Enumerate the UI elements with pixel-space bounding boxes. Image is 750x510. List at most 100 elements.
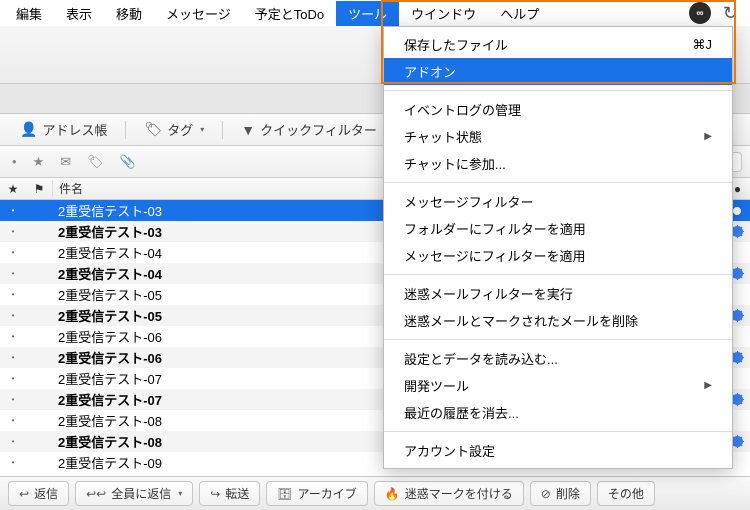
junk-button[interactable]: 🔥 迷惑マークを付ける — [374, 481, 524, 506]
menu-item-label: メッセージにフィルターを適用 — [404, 246, 585, 265]
menu-item-label: 設定とデータを読み込む... — [404, 349, 558, 368]
menu-item-最近の履歴を消去...[interactable]: 最近の履歴を消去... — [384, 399, 732, 426]
reply-icon: ↩ — [19, 487, 29, 501]
flame-icon: 🔥 — [385, 487, 400, 501]
menu-item-迷惑メールとマークされたメールを削除[interactable]: 迷惑メールとマークされたメールを削除 — [384, 307, 732, 334]
row-bullet: • — [0, 395, 26, 404]
menu-item-label: アドオン — [404, 62, 456, 81]
menu-item-label: チャットに参加... — [404, 154, 506, 173]
row-bullet: • — [0, 227, 26, 236]
address-book-button[interactable]: 👤 アドレス帳 — [12, 117, 115, 142]
chevron-down-icon: ▾ — [200, 125, 204, 134]
menu-item-label: 迷惑メールフィルターを実行 — [404, 284, 573, 303]
reply-label: 返信 — [34, 485, 58, 502]
delete-button[interactable]: ⊘ 削除 — [530, 481, 591, 506]
tag-button[interactable]: 🏷 タグ ▾ — [136, 117, 212, 142]
other-label: その他 — [608, 485, 644, 502]
menu-item-label: イベントログの管理 — [404, 100, 521, 119]
menu-item-label: 保存したファイル — [404, 35, 508, 54]
col-tag[interactable]: ⚑ — [26, 182, 52, 196]
menu-移動[interactable]: 移動 — [104, 1, 154, 26]
menu-item-開発ツール[interactable]: 開発ツール ▶ — [384, 372, 732, 399]
menu-item-アドオン[interactable]: アドオン — [384, 58, 732, 85]
tools-menu-dropdown: 保存したファイル⌘J アドオンイベントログの管理チャット状態 ▶ チャットに参加...… — [383, 26, 733, 469]
separator — [222, 121, 223, 139]
delete-label: 削除 — [556, 485, 580, 502]
tag-icon: 🏷 — [144, 121, 162, 138]
col-star[interactable]: ★ — [0, 182, 26, 196]
separator — [125, 121, 126, 139]
row-bullet: • — [0, 458, 26, 467]
row-bullet: • — [0, 353, 26, 362]
menu-item-メッセージにフィルターを適用[interactable]: メッセージにフィルターを適用 — [384, 242, 732, 269]
menu-ヘルプ[interactable]: ヘルプ — [488, 1, 551, 26]
menu-編集[interactable]: 編集 — [4, 1, 54, 26]
filter-icons: • ★ ✉ 🏷 📎 — [8, 154, 140, 170]
attachment-icon[interactable]: 📎 — [120, 154, 136, 170]
menu-item-label: 迷惑メールとマークされたメールを削除 — [404, 311, 638, 330]
menu-item-フォルダーにフィルターを適用[interactable]: フォルダーにフィルターを適用 — [384, 215, 732, 242]
menu-item-保存したファイル[interactable]: 保存したファイル⌘J — [384, 31, 732, 58]
reply-button[interactable]: ↩ 返信 — [8, 481, 69, 506]
menu-item-label: 開発ツール — [404, 376, 469, 395]
menu-item-label: メッセージフィルター — [404, 192, 533, 211]
menu-item-迷惑メールフィルターを実行[interactable]: 迷惑メールフィルターを実行 — [384, 280, 732, 307]
other-button[interactable]: その他 — [597, 481, 655, 506]
delete-icon: ⊘ — [541, 487, 551, 501]
footer-toolbar: ↩ 返信 ↩↩ 全員に返信 ▾ ↪転送 🗄 アーカイブ 🔥 迷惑マークを付ける ⊘ 削除 そ… — [0, 476, 750, 510]
creative-cloud-icon[interactable]: ∞ — [689, 2, 711, 24]
menu-item-アカウント設定[interactable]: アカウント設定 — [384, 437, 732, 464]
menu-separator — [384, 339, 732, 340]
menu-item-設定とデータを読み込む...[interactable]: 設定とデータを読み込む... — [384, 345, 732, 372]
address-book-label: アドレス帳 — [42, 120, 107, 139]
star-icon[interactable]: ★ — [33, 154, 45, 170]
row-bullet: • — [0, 206, 26, 215]
row-bullet: • — [0, 269, 26, 278]
row-bullet: • — [0, 416, 26, 425]
menu-separator — [384, 274, 732, 275]
row-bullet: • — [0, 374, 26, 383]
menu-表示[interactable]: 表示 — [54, 1, 104, 26]
tag-filter-icon[interactable]: 🏷 — [87, 154, 104, 170]
archive-icon: 🗄 — [277, 487, 292, 501]
quick-filter-button[interactable]: ▼ クイックフィルター — [233, 117, 385, 142]
menu-ウインドウ[interactable]: ウインドウ — [399, 1, 488, 26]
menu-separator — [384, 182, 732, 183]
menubar: 編集表示移動メッセージ予定とToDoツールウインドウヘルプ ∞ ↻ — [0, 0, 750, 26]
archive-button[interactable]: 🗄 アーカイブ — [266, 481, 368, 506]
row-bullet: • — [0, 332, 26, 341]
row-bullet: • — [0, 290, 26, 299]
submenu-arrow-icon: ▶ — [704, 380, 712, 391]
menu-separator — [384, 431, 732, 432]
menu-item-イベントログの管理[interactable]: イベントログの管理 — [384, 96, 732, 123]
row-bullet: • — [0, 437, 26, 446]
menu-item-label: アカウント設定 — [404, 441, 495, 460]
tag-label: タグ — [167, 120, 193, 139]
sync-icon[interactable]: ↻ — [723, 3, 738, 24]
menu-item-メッセージフィルター[interactable]: メッセージフィルター — [384, 188, 732, 215]
menu-item-チャット状態[interactable]: チャット状態 ▶ — [384, 123, 732, 150]
person-icon: 👤 — [20, 121, 37, 138]
menu-separator — [384, 90, 732, 91]
row-bullet: • — [0, 311, 26, 320]
reply-all-icon: ↩↩ — [86, 487, 106, 501]
submenu-arrow-icon: ▶ — [704, 131, 712, 142]
quick-filter-label: クイックフィルター — [260, 120, 377, 139]
archive-label: アーカイブ — [298, 485, 357, 502]
reply-all-button[interactable]: ↩↩ 全員に返信 ▾ — [75, 481, 193, 506]
menu-item-label: 最近の履歴を消去... — [404, 403, 519, 422]
menu-item-label: チャット状態 — [404, 127, 482, 146]
reply-all-label: 全員に返信 — [111, 485, 171, 502]
menu-予定とToDo[interactable]: 予定とToDo — [243, 1, 336, 26]
contact-icon[interactable]: ✉ — [60, 154, 71, 170]
menu-item-label: フォルダーにフィルターを適用 — [404, 219, 586, 238]
menu-ツール[interactable]: ツール — [336, 1, 399, 26]
menu-メッセージ[interactable]: メッセージ — [154, 1, 243, 26]
forward-button[interactable]: ↪転送 — [199, 481, 260, 506]
filter-icon: ▼ — [241, 122, 255, 138]
junk-label: 迷惑マークを付ける — [405, 485, 513, 502]
dot-icon[interactable]: • — [12, 154, 17, 170]
menu-item-チャットに参加...[interactable]: チャットに参加... — [384, 150, 732, 177]
chevron-down-icon: ▾ — [178, 489, 182, 498]
forward-icon: ↪ — [210, 487, 220, 501]
